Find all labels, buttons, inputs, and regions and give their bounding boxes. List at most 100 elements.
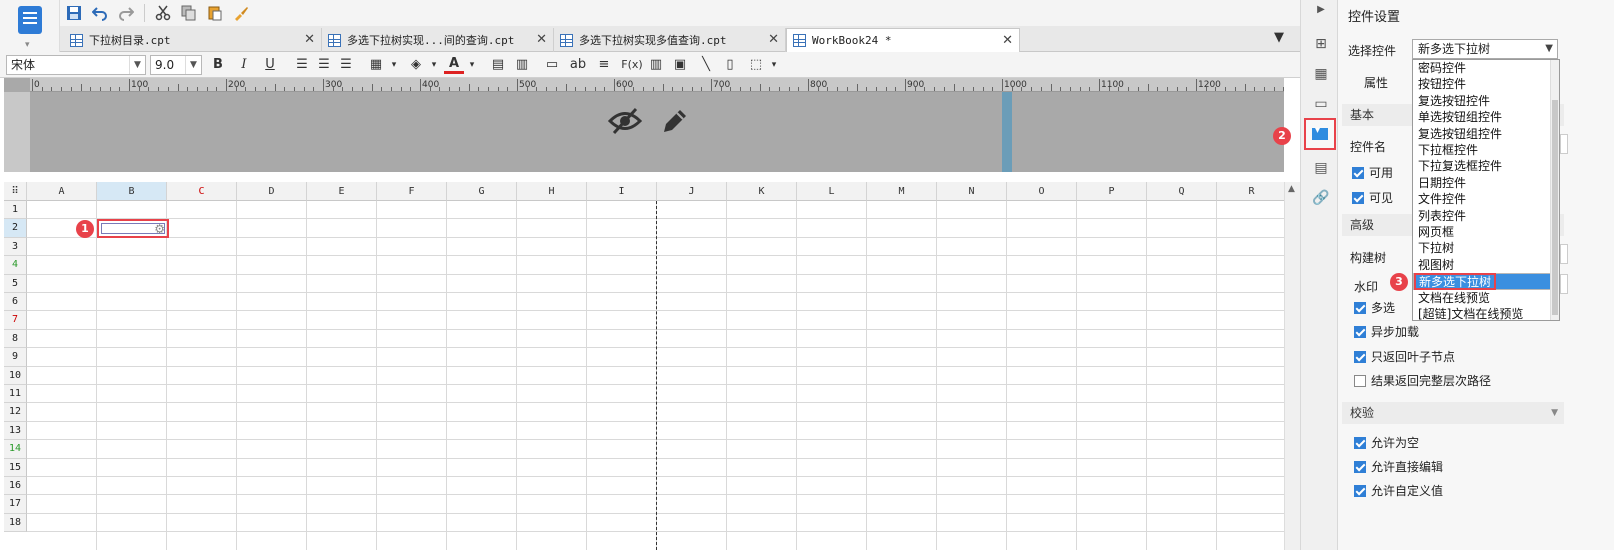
column-header[interactable]: J xyxy=(657,182,727,201)
dropdown-option[interactable]: 复选按钮控件 xyxy=(1413,93,1551,110)
cell-element-icon[interactable]: ⬚ xyxy=(746,56,766,74)
copy-icon[interactable] xyxy=(177,2,201,24)
underline-button[interactable]: U xyxy=(260,56,280,74)
row-header[interactable]: 13 xyxy=(4,421,27,441)
row-header[interactable]: 12 xyxy=(4,403,27,422)
redo-icon[interactable] xyxy=(114,2,138,24)
row-header[interactable]: 14 xyxy=(4,440,27,459)
multi-select-checkbox[interactable]: 多选 xyxy=(1354,299,1395,316)
column-header[interactable]: C xyxy=(167,182,237,201)
spreadsheet-grid[interactable]: ⠿ ABCDEFGHIJKLMNOPQR 1 2 3 4 5 6 7 8 9 10 11 12 13 14… xyxy=(4,182,1287,550)
widget-settings-button[interactable] xyxy=(1304,118,1336,150)
column-header[interactable]: R xyxy=(1217,182,1287,201)
italic-button[interactable]: I xyxy=(234,56,254,74)
row-header[interactable]: 2 xyxy=(4,219,27,238)
row-header[interactable]: 17 xyxy=(4,495,27,514)
scroll-thumb[interactable] xyxy=(1552,100,1558,315)
selected-cell-b2[interactable]: ⚙ xyxy=(97,219,169,238)
allow-empty-checkbox[interactable]: 允许为空 xyxy=(1354,434,1419,451)
row-header[interactable]: 5 xyxy=(4,274,27,293)
dropdown-option[interactable]: 视图树 xyxy=(1413,257,1551,274)
border-icon[interactable]: ▦ xyxy=(366,56,386,74)
section-validate[interactable]: 校验 ▼ xyxy=(1342,402,1564,424)
float-element-icon[interactable]: ▭ xyxy=(1312,96,1330,112)
close-icon[interactable]: ✕ xyxy=(1002,33,1013,48)
formula-button[interactable]: F(x) xyxy=(620,56,644,74)
paste-icon[interactable] xyxy=(203,2,227,24)
tab-file-3[interactable]: 多选下拉树实现多值查询.cpt ✕ xyxy=(554,28,786,52)
align-left-icon[interactable]: ☰ xyxy=(292,56,312,74)
close-icon[interactable]: ✕ xyxy=(768,32,779,47)
cell-attr-icon[interactable]: ⊞ xyxy=(1312,36,1330,52)
close-icon[interactable]: ✕ xyxy=(536,32,547,47)
slash-icon[interactable]: ╲ xyxy=(696,56,716,74)
tab-attributes[interactable]: 属性 xyxy=(1364,74,1388,91)
dropdown-option[interactable]: 下拉框控件 xyxy=(1413,142,1551,159)
column-header[interactable]: K xyxy=(727,182,797,201)
close-icon[interactable]: ✕ xyxy=(304,32,315,47)
tab-file-2[interactable]: 多选下拉树实现...间的查询.cpt ✕ xyxy=(322,28,554,52)
tab-file-1[interactable]: 下拉树目录.cpt ✕ xyxy=(64,28,322,52)
undo-icon[interactable] xyxy=(88,2,112,24)
allow-edit-checkbox[interactable]: 允许直接编辑 xyxy=(1354,458,1443,475)
column-header[interactable]: F xyxy=(377,182,447,201)
async-load-checkbox[interactable]: 异步加载 xyxy=(1354,323,1419,340)
bold-button[interactable]: B xyxy=(208,56,228,74)
column-header[interactable]: O xyxy=(1007,182,1077,201)
widget-type-select[interactable]: 新多选下拉树 ▼ xyxy=(1412,39,1558,59)
dropdown-option[interactable]: 复选按钮组控件 xyxy=(1413,126,1551,143)
cut-icon[interactable] xyxy=(151,2,175,24)
font-color-icon[interactable]: A xyxy=(444,56,464,74)
fill-color-icon[interactable]: ◈ xyxy=(406,56,426,74)
row-header[interactable]: 1 xyxy=(4,201,27,220)
tab-file-4[interactable]: WorkBook24 * ✕ xyxy=(786,28,1020,52)
row-header[interactable]: 7 xyxy=(4,311,27,330)
app-menu-button[interactable]: ▾ xyxy=(0,0,60,58)
align-right-icon[interactable]: ☰ xyxy=(336,56,356,74)
column-header[interactable]: M xyxy=(867,182,937,201)
column-header[interactable]: H xyxy=(517,182,587,201)
row-header[interactable]: 8 xyxy=(4,329,27,349)
column-header[interactable]: L xyxy=(797,182,867,201)
row-header[interactable]: 4 xyxy=(4,256,27,275)
chevron-down-icon[interactable]: ▾ xyxy=(462,56,482,74)
dropdown-scrollbar[interactable] xyxy=(1550,60,1559,320)
paragraph-icon[interactable]: ≡ xyxy=(594,56,614,74)
row-header[interactable]: 16 xyxy=(4,477,27,496)
row-header[interactable]: 15 xyxy=(4,458,27,477)
row-header[interactable]: 10 xyxy=(4,366,27,385)
dropdown-option[interactable]: 单选按钮组控件 xyxy=(1413,109,1551,126)
dropdown-option[interactable]: 下拉复选框控件 xyxy=(1413,158,1551,175)
widget-name-input[interactable] xyxy=(1560,134,1568,154)
scroll-up-icon[interactable]: ▲ xyxy=(1288,184,1295,194)
row-header[interactable]: 11 xyxy=(4,385,27,404)
dropdown-option[interactable]: 文档在线预览 xyxy=(1413,290,1551,307)
dropdown-option[interactable]: 文件控件 xyxy=(1413,191,1551,208)
enabled-checkbox[interactable]: 可用 xyxy=(1352,164,1393,181)
parameter-width-marker[interactable] xyxy=(1002,92,1012,172)
font-size-select[interactable]: 9.0 ▼ xyxy=(150,55,202,75)
row-header[interactable]: 6 xyxy=(4,293,27,312)
hyperlink-icon[interactable]: 🔗 xyxy=(1312,190,1330,206)
tab-list-menu-icon[interactable]: ▼ xyxy=(1274,30,1284,45)
visible-checkbox[interactable]: 可见 xyxy=(1352,189,1393,206)
row-header[interactable]: 3 xyxy=(4,237,27,257)
column-header[interactable]: P xyxy=(1077,182,1147,201)
dropdown-option[interactable]: 列表控件 xyxy=(1413,208,1551,225)
condition-attr-icon[interactable]: ▤ xyxy=(1312,160,1330,176)
chevron-down-icon[interactable]: ▾ xyxy=(384,56,404,74)
column-header[interactable]: I xyxy=(587,182,657,201)
dropdown-option[interactable]: 密码控件 xyxy=(1413,60,1551,77)
build-tree-input[interactable] xyxy=(1560,244,1568,264)
unmerge-cells-icon[interactable]: ▥ xyxy=(512,56,532,74)
format-painter-icon[interactable] xyxy=(229,2,253,24)
merge-cells-icon[interactable]: ▤ xyxy=(488,56,508,74)
dropdown-option[interactable]: 日期控件 xyxy=(1413,175,1551,192)
vertical-scrollbar[interactable]: ▲ xyxy=(1284,182,1300,550)
column-header[interactable]: E xyxy=(307,182,377,201)
column-header[interactable]: G xyxy=(447,182,517,201)
eye-slash-icon[interactable] xyxy=(607,106,643,140)
save-icon[interactable] xyxy=(62,2,86,24)
collapse-arrow-icon[interactable]: ▶ xyxy=(1312,4,1330,20)
image-icon[interactable]: ▣ xyxy=(670,56,690,74)
